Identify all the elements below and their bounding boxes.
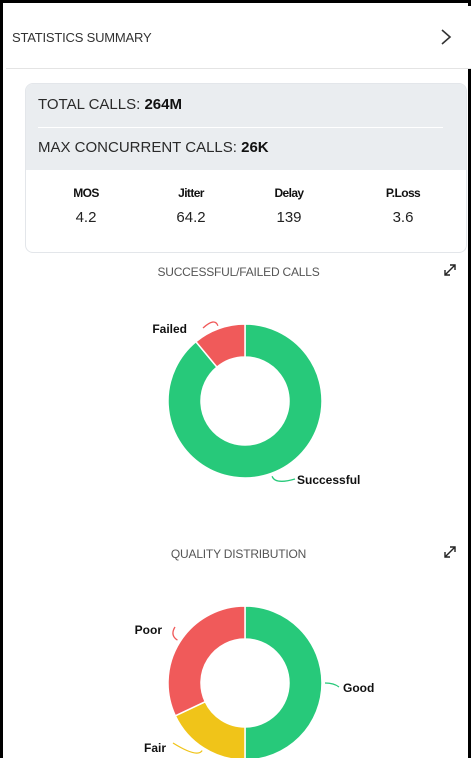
donut-slice-fair[interactable] — [174, 700, 246, 758]
summary-divider — [38, 127, 443, 128]
metric-jitter: Jitter 64.2 — [156, 186, 226, 226]
donut-slice-good[interactable] — [244, 605, 323, 758]
donut-slice-poor[interactable] — [167, 605, 246, 717]
label-leader-line — [324, 682, 340, 688]
donut-slice-failed[interactable] — [194, 323, 246, 369]
total-calls-label: TOTAL CALLS: — [38, 96, 141, 113]
label-leader-line — [271, 475, 296, 482]
metric-mos: MOS 4.2 — [51, 186, 121, 226]
expand-icon[interactable] — [443, 263, 457, 277]
slice-label-successful: Successful — [297, 473, 360, 487]
metric-label: Jitter — [178, 186, 204, 200]
metric-delay: Delay 139 — [254, 186, 324, 226]
slice-label-poor: Poor — [135, 623, 163, 637]
metric-ploss: P.Loss 3.6 — [368, 186, 438, 226]
expand-icon[interactable] — [443, 545, 457, 559]
metric-value: 139 — [276, 209, 302, 226]
donut-slice-successful[interactable] — [167, 323, 323, 479]
metric-value: 4.2 — [75, 209, 97, 226]
metric-label: Delay — [274, 186, 304, 200]
slice-label-fair: Fair — [144, 741, 166, 755]
statistics-summary-panel: STATISTICS SUMMARY TOTAL CALLS: 264M MAX… — [0, 0, 471, 758]
metric-value: 3.6 — [392, 209, 414, 226]
max-concurrent-value: 26K — [241, 139, 269, 156]
chart-title-successful-failed: SUCCESSFUL/FAILED CALLS — [157, 265, 320, 279]
slice-label-failed: Failed — [152, 322, 187, 336]
label-leader-line — [202, 321, 219, 329]
panel-header[interactable]: STATISTICS SUMMARY — [6, 6, 471, 69]
metric-label: P.Loss — [385, 186, 421, 200]
metric-label: MOS — [73, 186, 99, 200]
metric-value: 64.2 — [176, 209, 206, 226]
slice-label-good: Good — [343, 681, 374, 695]
label-leader-line — [172, 742, 203, 754]
total-calls-value: 264M — [144, 96, 182, 113]
label-leader-line — [172, 626, 178, 641]
chevron-right-icon[interactable] — [435, 24, 457, 50]
max-concurrent-label: MAX CONCURRENT CALLS: — [38, 139, 237, 156]
total-calls: TOTAL CALLS: 264M — [38, 96, 182, 113]
max-concurrent-calls: MAX CONCURRENT CALLS: 26K — [38, 139, 269, 156]
summary-card: TOTAL CALLS: 264M MAX CONCURRENT CALLS: … — [25, 83, 467, 253]
chart-title-quality-distribution: QUALITY DISTRIBUTION — [170, 547, 307, 561]
panel-title: STATISTICS SUMMARY — [12, 30, 152, 45]
